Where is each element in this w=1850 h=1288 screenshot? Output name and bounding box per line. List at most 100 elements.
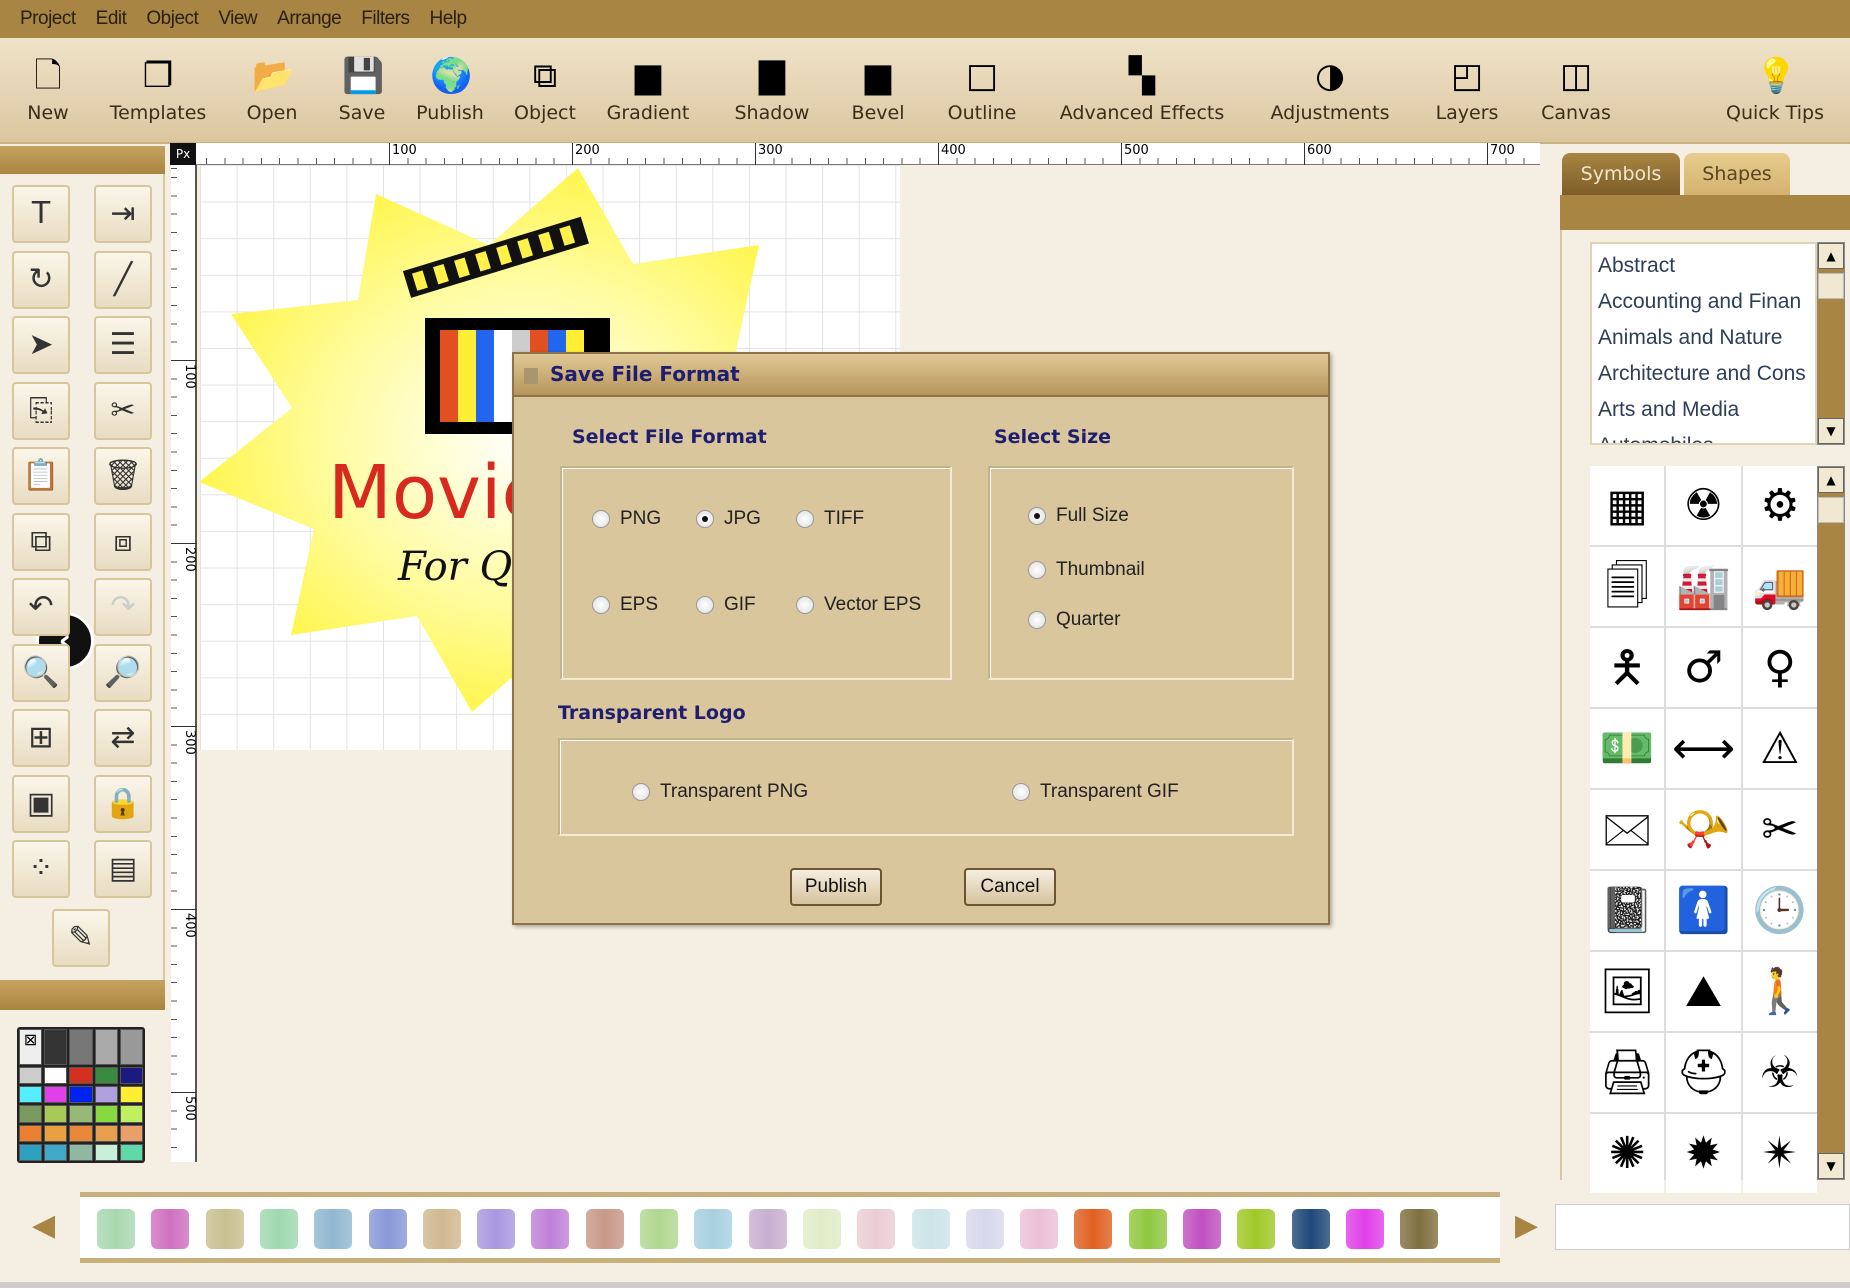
tab-symbols[interactable]: Symbols [1562,153,1680,195]
category-item[interactable]: Architecture and Cons [1598,356,1809,392]
rotate-tool-button[interactable]: ↻ [12,250,70,309]
copy-tool-button[interactable]: ⎘ [12,381,70,440]
gradient-swatch[interactable] [1183,1209,1221,1249]
radio-png[interactable]: PNG [592,508,661,530]
palette-color-swatch[interactable] [119,1105,143,1123]
sunburst-3-icon[interactable]: ✴ [1742,1114,1817,1193]
category-item[interactable]: Arts and Media [1598,392,1809,428]
gradient-swatch[interactable] [477,1209,516,1249]
canvas-button[interactable]: ◫ Canvas [1516,56,1636,124]
vehicle-icon[interactable]: 🚚 [1742,547,1817,626]
palette-color-swatch[interactable] [94,1143,118,1161]
palette-color-swatch[interactable] [69,1105,93,1123]
category-item[interactable]: Abstract [1598,248,1809,284]
text-tool-button[interactable]: T [12,185,70,243]
gradient-swatch[interactable] [368,1209,407,1249]
align-tool-button[interactable]: ⊞ [12,709,70,767]
scroll-down-arrow-icon[interactable]: ▼ [1818,1153,1844,1179]
palette-color-swatch[interactable]: ⊠ [19,1029,43,1066]
palette-color-swatch[interactable] [19,1086,43,1104]
dialog-title-bar[interactable]: Save File Format [514,354,1328,397]
gradient-swatch[interactable] [694,1209,733,1249]
checker-icon[interactable]: ▦ [1590,466,1665,545]
clock-icon[interactable]: 🕒 [1742,871,1817,950]
quick-tips-button[interactable]: 💡 Quick Tips [1715,56,1835,124]
gradient-swatch[interactable] [640,1209,678,1249]
layers-button[interactable]: ◰ Layers [1407,56,1527,124]
scroll-thumb[interactable] [1818,273,1844,299]
palette-color-swatch[interactable] [69,1143,93,1161]
globe-mountains-icon[interactable]: ⛰ [1666,952,1741,1031]
line-tool-button[interactable]: ╱ [94,250,152,309]
tab-shapes[interactable]: Shapes [1684,153,1790,195]
person-arms-icon[interactable]: 🯅 [1590,628,1665,707]
gradient-swatch[interactable] [1291,1209,1330,1249]
comb-scissors-icon[interactable]: ✂ [1742,790,1817,869]
palette-color-swatch[interactable] [44,1086,68,1104]
palette-color-swatch[interactable] [19,1124,43,1142]
gradient-swatch[interactable] [259,1209,298,1249]
gradient-swatch[interactable] [585,1209,624,1249]
zoom-in-tool-button[interactable]: 🔍 [12,643,70,702]
radio-tiff[interactable]: TIFF [796,508,864,530]
radio-quarter[interactable]: Quarter [1028,609,1120,631]
cancel-button[interactable]: Cancel [964,868,1056,906]
adjustments-button[interactable]: ◑ Adjustments [1270,56,1390,124]
undo-tool-button[interactable]: ↶ [12,578,70,636]
palette-color-swatch[interactable] [44,1143,68,1161]
delete-tool-button[interactable]: 🗑 [94,447,152,505]
category-item[interactable]: Animals and Nature [1598,320,1809,356]
palette-color-swatch[interactable] [69,1067,93,1085]
radio-jpg[interactable]: JPG [696,508,761,530]
radiation-icon[interactable]: ☢ [1666,466,1741,545]
advanced-effects-button[interactable]: ▚ Advanced Effects [1060,56,1224,124]
palette-color-swatch[interactable] [69,1086,93,1104]
radio-transparent-gif[interactable]: Transparent GIF [1012,781,1179,803]
palette-color-swatch[interactable] [44,1029,68,1066]
gradient-swatch[interactable] [1074,1209,1113,1249]
category-item[interactable]: Automobiles [1598,428,1809,443]
palette-color-swatch[interactable] [119,1086,143,1104]
radio-circle[interactable] [696,510,714,528]
radio-gif[interactable]: GIF [696,594,756,616]
palette-color-swatch[interactable] [119,1029,143,1066]
helmet-icon[interactable]: ⛑ [1666,1033,1741,1112]
palette-color-swatch[interactable] [94,1029,118,1066]
radio-circle[interactable] [1028,611,1046,629]
redo-tool-button[interactable]: ↷ [94,578,152,636]
gradient-swatch[interactable] [857,1209,896,1249]
gradient-swatch[interactable] [911,1209,950,1249]
gradient-swatch[interactable] [748,1209,787,1249]
gear-icon[interactable]: ⚙ [1742,466,1817,545]
gradient-swatch[interactable] [1400,1209,1439,1249]
color-picker-tool-button[interactable]: ✎ [52,909,110,967]
paste-tool-button[interactable]: 📋 [12,447,70,505]
palette-color-swatch[interactable] [19,1067,43,1085]
radio-circle[interactable] [696,596,714,614]
cut-tool-button[interactable]: ✂ [94,381,152,440]
female-icon[interactable]: ♀ [1742,628,1817,707]
palette-color-swatch[interactable] [119,1143,143,1161]
radio-circle[interactable] [1028,561,1046,579]
scroll-down-arrow-icon[interactable]: ▼ [1818,418,1844,444]
radio-thumbnail[interactable]: Thumbnail [1028,559,1145,581]
gradient-swatch[interactable] [151,1209,190,1249]
sunburst-2-icon[interactable]: ✹ [1666,1114,1741,1193]
palette-color-swatch[interactable] [119,1067,143,1085]
palette-color-swatch[interactable] [94,1124,118,1142]
gradient-swatch[interactable] [1020,1209,1059,1249]
gradient-swatch[interactable] [1345,1209,1384,1249]
radio-transparent-png[interactable]: Transparent PNG [632,781,808,803]
sunburst-1-icon[interactable]: ✺ [1590,1114,1665,1193]
palette-color-swatch[interactable] [19,1105,43,1123]
palette-color-swatch[interactable] [19,1143,43,1161]
swatch-scroll-left-icon[interactable]: ◀ [32,1208,55,1243]
import-image-tool-button[interactable]: ⇥ [94,185,152,243]
category-list[interactable]: Abstract Accounting and Finan Animals and … [1590,242,1817,445]
post-horn-mail-icon[interactable]: 📯 [1666,790,1741,869]
walking-person-icon[interactable]: 🚶 [1742,952,1817,1031]
group-tool-button[interactable]: ▣ [12,774,70,833]
gradient-swatch[interactable] [965,1209,1004,1249]
scroll-up-arrow-icon[interactable]: ▲ [1818,243,1844,269]
biohazard-icon[interactable]: ☣ [1742,1033,1817,1112]
